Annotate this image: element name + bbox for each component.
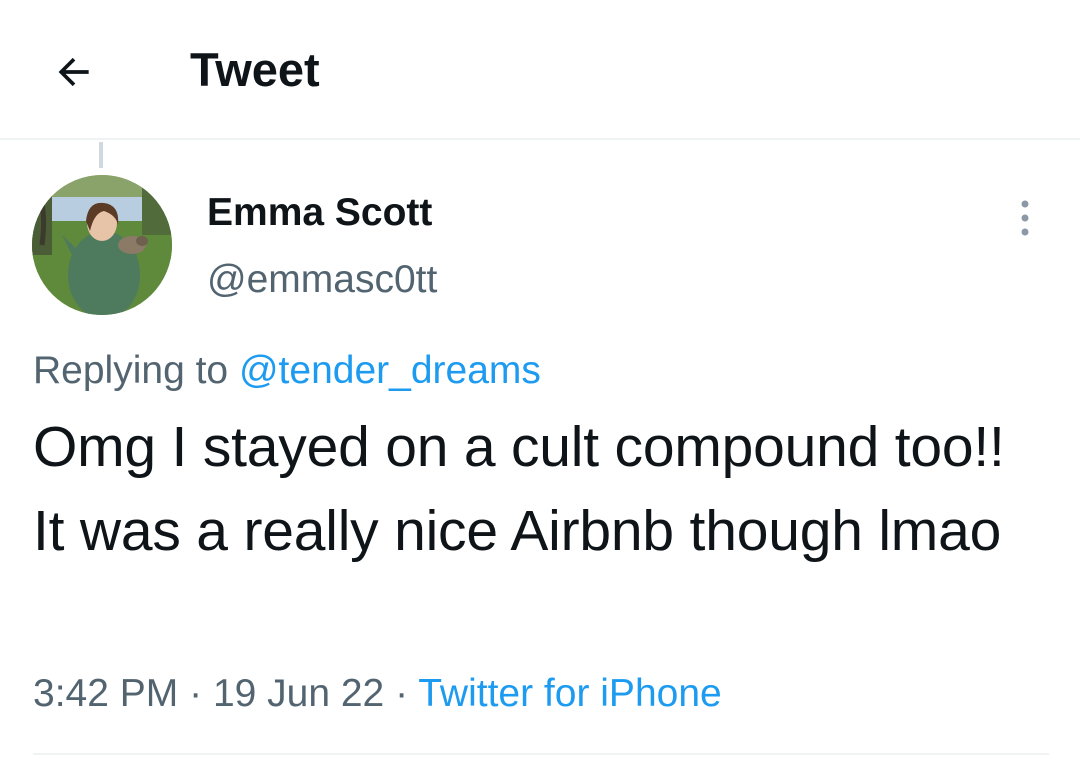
replying-to-line: Replying to @tender_dreams (33, 345, 541, 397)
meta-separator: · (189, 672, 203, 715)
page-title: Tweet (190, 43, 320, 96)
replying-to-label: Replying to (33, 349, 229, 392)
vertical-ellipsis-icon (1021, 200, 1029, 236)
profile-photo (32, 175, 172, 315)
divider (33, 753, 1049, 755)
avatar[interactable] (32, 175, 172, 315)
tweet-time[interactable]: 3:42 PM (33, 672, 178, 715)
meta-separator: · (395, 672, 409, 715)
thread-connector-line (99, 142, 103, 168)
author-display-name[interactable]: Emma Scott (207, 188, 432, 238)
tweet-source-link[interactable]: Twitter for iPhone (418, 672, 721, 715)
more-options-button[interactable] (1002, 195, 1048, 241)
back-button[interactable] (46, 44, 102, 100)
replying-to-mention-link[interactable]: @tender_dreams (239, 349, 541, 392)
author-handle[interactable]: @emmasc0tt (207, 255, 437, 305)
tweet-date[interactable]: 19 Jun 22 (213, 672, 384, 715)
arrow-left-icon (58, 57, 89, 87)
tweet-text: Omg I stayed on a cult compound too!! It… (33, 415, 1005, 563)
tweet-metadata: 3:42 PM · 19 Jun 22 · Twitter for iPhone (33, 668, 722, 720)
top-app-bar: Tweet (0, 0, 1080, 140)
